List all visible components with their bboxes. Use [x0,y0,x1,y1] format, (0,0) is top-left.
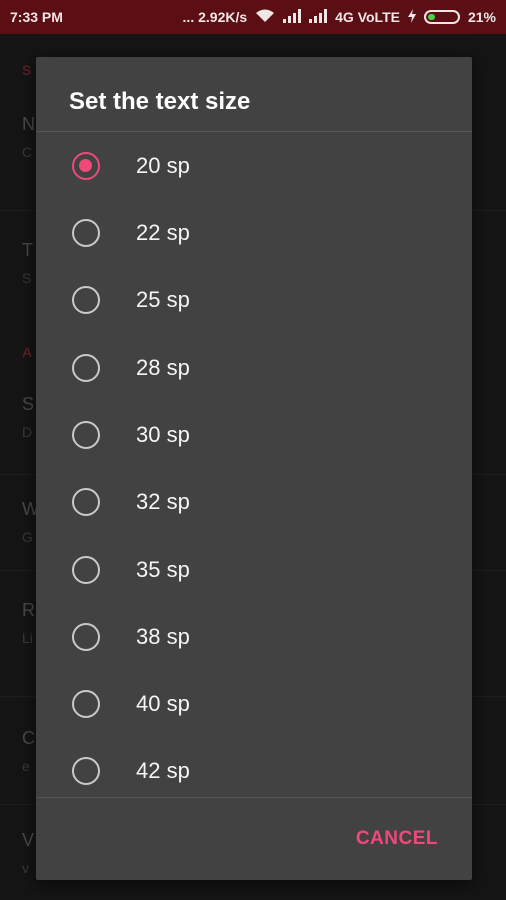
option-label: 30 sp [136,421,190,447]
option-38-sp[interactable]: 38 sp [36,603,472,670]
radio-button-icon[interactable] [72,622,100,651]
option-label: 38 sp [136,623,190,649]
setting-subtitle: S [22,270,32,286]
setting-title: R [22,600,35,620]
option-42-sp[interactable]: 42 sp [36,737,472,804]
option-label: 28 sp [136,354,190,380]
radio-button-checked-icon[interactable] [72,151,100,180]
signal-icon [283,8,302,26]
setting-subtitle: D [22,424,33,440]
status-time: 7:33 PM [10,9,63,25]
setting-subtitle: Li [22,630,33,646]
network-type: 4G VoLTE [335,9,400,25]
wifi-icon [255,9,275,26]
setting-subtitle: e [22,758,30,774]
section-header: A [22,344,33,360]
charging-icon [407,8,416,26]
battery-level: 21% [467,9,496,25]
section-header: S [22,62,32,78]
setting-title: C [22,728,35,748]
battery-icon [423,10,460,24]
radio-button-icon[interactable] [72,420,100,449]
option-28-sp[interactable]: 28 sp [36,334,472,401]
option-35-sp[interactable]: 35 sp [36,536,472,603]
option-40-sp[interactable]: 40 sp [36,670,472,737]
option-label: 32 sp [136,488,190,514]
option-32-sp[interactable]: 32 sp [36,468,472,535]
option-label: 42 sp [136,757,190,783]
setting-title: T [22,240,33,260]
status-bar: 7:33 PM ... 2.92K/s 4G VoLTE 21% [0,0,506,34]
option-label: 35 sp [136,556,190,582]
option-25-sp[interactable]: 25 sp [36,266,472,333]
setting-subtitle: C [22,144,33,160]
option-label: 22 sp [136,219,190,245]
option-22-sp[interactable]: 22 sp [36,199,472,266]
option-label: 25 sp [136,286,190,312]
setting-title: N [22,114,35,134]
radio-button-icon[interactable] [72,353,100,382]
setting-subtitle: G [22,529,33,545]
dialog-title: Set the text size [69,88,251,115]
radio-button-icon[interactable] [72,555,100,584]
text-size-dialog: Set the text size 20 sp 22 sp 25 sp 28 s… [36,57,472,880]
radio-button-icon[interactable] [72,689,100,718]
radio-button-icon[interactable] [72,756,100,785]
divider [36,797,472,798]
radio-button-icon[interactable] [72,218,100,247]
cancel-button[interactable]: CANCEL [356,828,438,850]
option-label: 40 sp [136,690,190,716]
option-20-sp[interactable]: 20 sp [36,132,472,199]
setting-title: V [22,830,35,850]
radio-button-icon[interactable] [72,285,100,314]
status-indicators: ... 2.92K/s 4G VoLTE 21% [182,8,496,26]
option-30-sp[interactable]: 30 sp [36,401,472,468]
network-speed: ... 2.92K/s [182,9,248,25]
text-size-options: 20 sp 22 sp 25 sp 28 sp 30 sp 32 sp 35 s… [36,132,472,797]
setting-title: S [22,394,35,414]
option-label: 20 sp [136,152,190,178]
setting-subtitle: v [22,860,29,876]
radio-button-icon[interactable] [72,487,100,516]
signal-icon [309,8,328,26]
